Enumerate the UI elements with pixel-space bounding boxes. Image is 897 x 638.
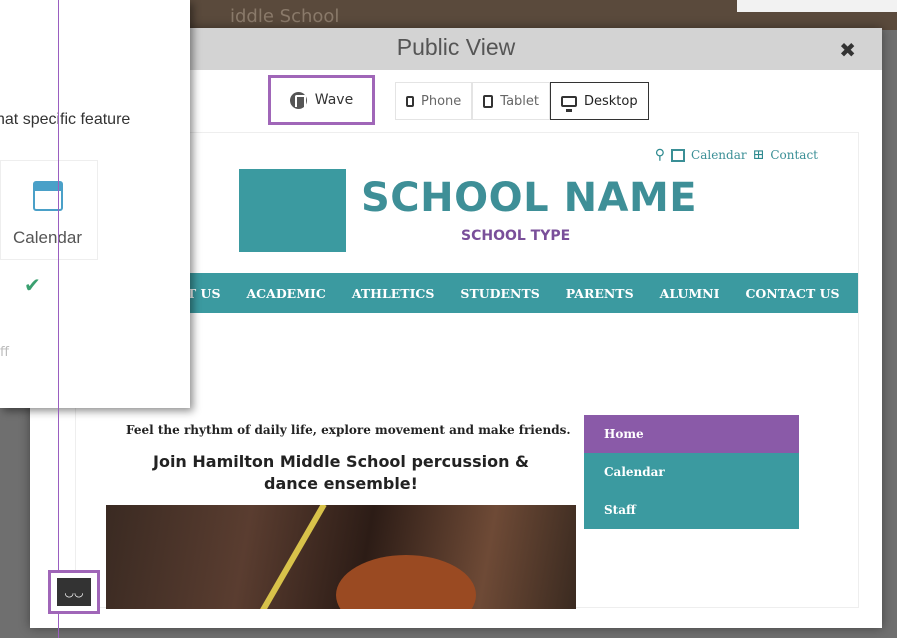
promo-heading: Join Hamilton Middle School percussion &… <box>153 452 529 493</box>
desktop-label: Desktop <box>584 93 638 109</box>
violin-bow <box>251 505 327 609</box>
calendar-card-label: Calendar <box>13 228 82 247</box>
nav-item-contact-us[interactable]: CONTACT US <box>745 286 839 301</box>
phone-label: Phone <box>421 93 462 109</box>
search-icon[interactable]: ⚲ <box>655 147 665 163</box>
wave-button[interactable]: Wave <box>268 75 375 125</box>
utility-links: ⚲ Calendar ⊞ Contact <box>655 147 818 163</box>
phone-icon <box>406 95 414 107</box>
wave-label: Wave <box>314 92 354 108</box>
nav-item-students[interactable]: STUDENTS <box>460 286 539 301</box>
contact-link[interactable]: Contact <box>770 148 818 162</box>
nav-item-academic[interactable]: ACADEMIC <box>246 286 325 301</box>
nav-item-alumni[interactable]: ALUMNI <box>660 286 720 301</box>
vertical-guide-line <box>58 0 59 638</box>
side-nav-home[interactable]: Home <box>584 415 799 453</box>
background-title: iddle School <box>230 6 340 27</box>
side-nav: Home Calendar Staff <box>584 415 799 529</box>
close-button[interactable]: ✖ <box>839 38 856 62</box>
calendar-feature-card[interactable]: Calendar <box>0 160 98 260</box>
phone-button[interactable]: Phone <box>395 82 473 120</box>
tablet-label: Tablet <box>500 93 539 109</box>
background-panel <box>737 0 897 12</box>
main-nav: UT US ACADEMIC ATHLETICS STUDENTS PARENT… <box>76 273 858 313</box>
calendar-link[interactable]: Calendar <box>691 148 747 162</box>
tagline: Feel the rhythm of daily life, explore m… <box>126 423 571 437</box>
calendar-icon <box>671 148 686 162</box>
feature-popover: hat specific feature Calendar ✔ ff <box>0 0 190 408</box>
accessibility-toggle-button[interactable]: ◡◡ <box>48 570 100 614</box>
popover-off-label: ff <box>0 345 9 360</box>
side-nav-calendar[interactable]: Calendar <box>584 453 799 491</box>
violin-photo <box>106 505 576 609</box>
desktop-button[interactable]: Desktop <box>550 82 649 120</box>
accessibility-icon <box>289 91 307 109</box>
contact-icon: ⊞ <box>752 147 765 163</box>
popover-text: hat specific feature <box>0 111 131 128</box>
nav-item-athletics[interactable]: ATHLETICS <box>352 286 435 301</box>
violin-body <box>336 555 476 609</box>
tablet-icon <box>483 94 494 108</box>
desktop-icon <box>561 95 577 112</box>
school-logo[interactable] <box>239 169 346 252</box>
school-site-preview: ⚲ Calendar ⊞ Contact SCHOOL NAME SCHOOL … <box>75 132 859 609</box>
nav-item-parents[interactable]: PARENTS <box>566 286 634 301</box>
check-icon: ✔ <box>24 273 41 297</box>
school-name: SCHOOL NAME <box>361 175 698 221</box>
side-nav-staff[interactable]: Staff <box>584 491 799 529</box>
device-selector: Phone Tablet Desktop <box>395 82 649 120</box>
glasses-icon: ◡◡ <box>57 578 91 606</box>
school-type: SCHOOL TYPE <box>461 228 571 244</box>
tablet-button[interactable]: Tablet <box>472 82 550 120</box>
